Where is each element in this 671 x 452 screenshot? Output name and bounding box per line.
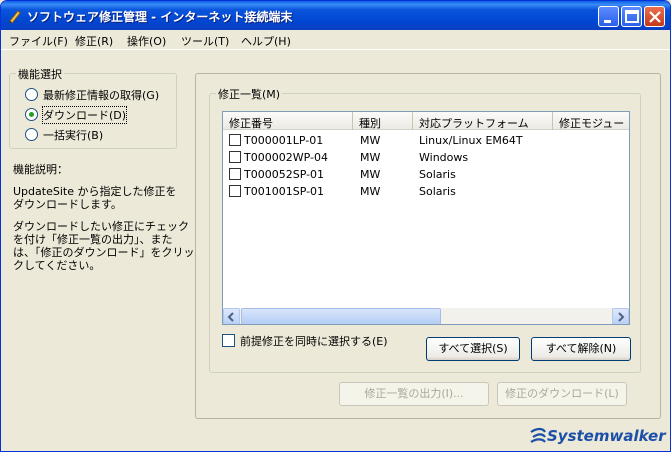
- row-checkbox[interactable]: [229, 168, 241, 180]
- menu-help[interactable]: ヘルプ(H): [241, 33, 291, 49]
- description-line: ダウンロードします。: [13, 198, 122, 211]
- scroll-thumb[interactable]: [241, 308, 441, 324]
- cell-platform: Solaris: [419, 168, 456, 181]
- chevron-left-icon: [227, 312, 234, 322]
- list-header: 修正番号 種別 対応プラットフォーム 修正モジュー: [223, 112, 629, 130]
- brand-name: Systemwalker: [547, 427, 666, 445]
- row-checkbox[interactable]: [229, 134, 241, 146]
- output-list-button[interactable]: 修正一覧の出力(I)...: [339, 382, 489, 406]
- table-row[interactable]: T000052SP-01 MW Solaris: [223, 166, 629, 182]
- systemwalker-logo: Systemwalker: [529, 426, 666, 448]
- description-line: を付け「修正一覧の出力」、また: [13, 233, 173, 246]
- prereq-checkbox[interactable]: [222, 334, 235, 347]
- cell-platform: Windows: [419, 151, 469, 164]
- table-row[interactable]: T000001LP-01 MW Linux/Linux EM64T: [223, 132, 629, 148]
- scroll-left-button[interactable]: [223, 308, 240, 324]
- description-title: 機能説明：: [13, 163, 68, 176]
- close-icon: [649, 11, 661, 23]
- radio-batch[interactable]: 一括実行(B): [25, 126, 175, 142]
- function-select-label: 機能選択: [16, 66, 64, 82]
- maximize-icon: [625, 10, 639, 23]
- minimize-button[interactable]: [598, 6, 619, 27]
- radio-label: ダウンロード(D): [41, 106, 128, 124]
- row-checkbox[interactable]: [229, 151, 241, 163]
- cell-type: MW: [360, 134, 381, 147]
- app-icon: [9, 10, 21, 24]
- chevron-right-icon: [618, 312, 625, 322]
- description-line: ダウンロードしたい修正にチェック: [13, 220, 189, 233]
- maximize-button[interactable]: [621, 6, 642, 27]
- menu-operation[interactable]: 操作(O): [127, 33, 166, 49]
- table-row[interactable]: T001001SP-01 MW Solaris: [223, 183, 629, 199]
- horizontal-scrollbar[interactable]: [223, 308, 629, 324]
- fix-list-label: 修正一覧(M): [216, 86, 283, 102]
- close-button[interactable]: [644, 6, 665, 27]
- fix-list-view[interactable]: 修正番号 種別 対応プラットフォーム 修正モジュー T000001LP-01 M…: [222, 111, 630, 325]
- radio-label: 一括実行(B): [43, 129, 104, 142]
- description-line: UpdateSite から指定した修正を: [13, 185, 177, 198]
- deselect-all-button[interactable]: すべて解除(N): [531, 337, 631, 361]
- cell-fix-number: T000002WP-04: [244, 151, 328, 164]
- radio-label: 最新修正情報の取得(G): [43, 89, 160, 102]
- menu-file[interactable]: ファイル(F): [9, 33, 68, 49]
- column-header-fix-number[interactable]: 修正番号: [223, 112, 353, 130]
- cell-type: MW: [360, 151, 381, 164]
- minimize-icon: [604, 20, 611, 23]
- radio-button[interactable]: [25, 88, 38, 101]
- download-button[interactable]: 修正のダウンロード(L): [497, 382, 627, 406]
- radio-button[interactable]: [25, 128, 38, 141]
- prereq-checkbox-label: 前提修正を同時に選択する(E): [240, 335, 388, 348]
- cell-platform: Solaris: [419, 185, 456, 198]
- cell-type: MW: [360, 185, 381, 198]
- select-all-button[interactable]: すべて選択(S): [426, 337, 520, 361]
- radio-download[interactable]: ダウンロード(D): [25, 106, 175, 124]
- menu-tools[interactable]: ツール(T): [181, 33, 229, 49]
- function-select-group: 機能選択 最新修正情報の取得(G) ダウンロード(D) 一括実行(B): [9, 66, 177, 149]
- menu-fix[interactable]: 修正(R): [75, 33, 113, 49]
- scroll-right-button[interactable]: [612, 308, 629, 324]
- cell-platform: Linux/Linux EM64T: [419, 134, 523, 147]
- radio-get-latest[interactable]: 最新修正情報の取得(G): [25, 86, 175, 102]
- column-header-type[interactable]: 種別: [353, 112, 413, 130]
- cell-fix-number: T000001LP-01: [244, 134, 324, 147]
- window-title: ソフトウェア修正管理 - インターネット接続端末: [27, 10, 293, 24]
- cell-type: MW: [360, 168, 381, 181]
- table-row[interactable]: T000002WP-04 MW Windows: [223, 149, 629, 165]
- column-header-module[interactable]: 修正モジュー: [553, 112, 629, 130]
- description-line: クしてください。: [13, 259, 101, 272]
- column-header-platform[interactable]: 対応プラットフォーム: [413, 112, 553, 130]
- main-window: ソフトウェア修正管理 - インターネット接続端末 ファイル(F) 修正(R) 操…: [0, 0, 671, 452]
- title-bar[interactable]: ソフトウェア修正管理 - インターネット接続端末: [1, 1, 670, 30]
- cell-fix-number: T000052SP-01: [244, 168, 325, 181]
- menu-bar: ファイル(F) 修正(R) 操作(O) ツール(T) ヘルプ(H): [1, 30, 670, 50]
- cell-fix-number: T001001SP-01: [244, 185, 325, 198]
- row-checkbox[interactable]: [229, 185, 241, 197]
- radio-button-selected[interactable]: [25, 108, 38, 121]
- description-line: は、「修正のダウンロード」をクリッ: [13, 246, 195, 259]
